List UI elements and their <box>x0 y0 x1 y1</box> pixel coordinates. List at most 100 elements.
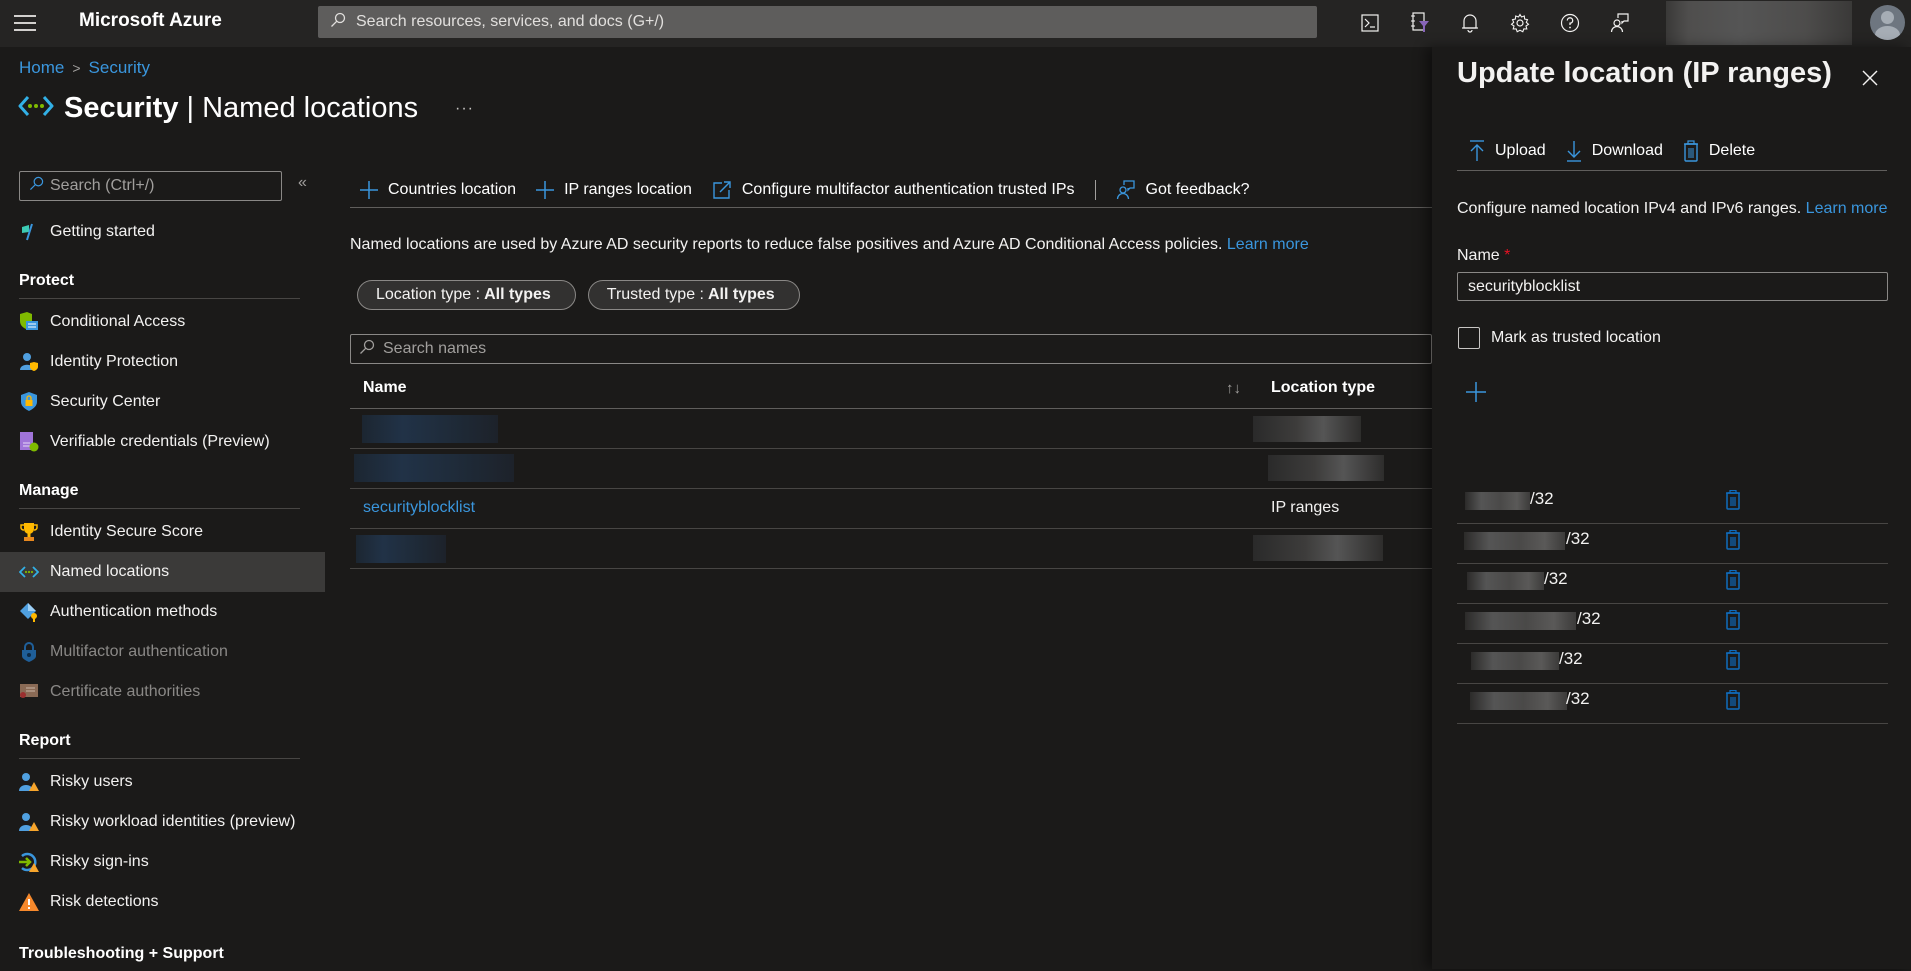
sidebar-item-risky-users[interactable]: Risky users <box>0 762 325 802</box>
sidebar-item-conditional-access[interactable]: Conditional Access <box>0 302 325 342</box>
global-search-placeholder: Search resources, services, and docs (G+… <box>356 13 665 30</box>
ip-range-row: /32 <box>1457 524 1888 564</box>
upload-button[interactable]: Upload <box>1469 139 1546 162</box>
brand-name[interactable]: Microsoft Azure <box>79 10 222 32</box>
named-locations-icon <box>19 562 39 582</box>
notifications-button[interactable] <box>1445 8 1495 38</box>
sidebar-item-label: Risk detections <box>50 893 159 910</box>
sidebar-item-certificate-authorities[interactable]: Certificate authorities <box>0 672 325 712</box>
plus-icon <box>1466 382 1486 402</box>
redacted-location-type <box>1268 455 1384 481</box>
sidebar-item-risky-sign-ins[interactable]: Risky sign-ins <box>0 842 325 882</box>
ip-range-row: /32 <box>1457 684 1888 724</box>
sidebar-item-label: Multifactor authentication <box>50 643 228 660</box>
upload-icon <box>1469 139 1485 162</box>
delete-ip-range-button[interactable] <box>1725 569 1741 595</box>
trash-icon <box>1683 139 1699 162</box>
named-locations-table: Name ↑↓ Location type securityblocklist … <box>350 368 1432 569</box>
got-feedback-button[interactable]: Got feedback? <box>1116 179 1250 200</box>
avatar[interactable] <box>1870 5 1905 40</box>
sidebar-item-verifiable-credentials[interactable]: Verifiable credentials (Preview) <box>0 422 325 462</box>
settings-button[interactable] <box>1495 8 1545 38</box>
location-type-filter[interactable]: Location type : All types <box>357 280 576 310</box>
delete-ip-range-button[interactable] <box>1725 529 1741 555</box>
feedback-button[interactable] <box>1595 8 1645 38</box>
delete-ip-range-button[interactable] <box>1725 689 1741 715</box>
delete-ip-range-button[interactable] <box>1725 649 1741 675</box>
portal-menu-button[interactable] <box>14 12 36 34</box>
configure-mfa-trusted-ips-button[interactable]: Configure multifactor authentication tru… <box>712 180 1075 200</box>
delete-ip-range-button[interactable] <box>1725 609 1741 635</box>
column-header-name[interactable]: Name <box>363 379 407 397</box>
sidebar-item-identity-protection[interactable]: Identity Protection <box>0 342 325 382</box>
location-name-link[interactable]: securityblocklist <box>363 499 475 517</box>
sidebar-item-risky-workload-identities[interactable]: Risky workload identities (preview) <box>0 802 325 842</box>
redacted-name <box>362 415 498 443</box>
redacted-ip <box>1464 532 1565 550</box>
panel-title: Update location (IP ranges) <box>1457 57 1832 89</box>
sidebar-item-label: Conditional Access <box>50 313 186 330</box>
conditional-access-icon <box>19 312 39 332</box>
trash-icon <box>1726 689 1740 710</box>
global-search-input[interactable]: Search resources, services, and docs (G+… <box>318 6 1317 38</box>
table-row[interactable] <box>350 449 1432 489</box>
location-name-input[interactable] <box>1457 272 1888 301</box>
trusted-type-filter[interactable]: Trusted type : All types <box>587 280 800 310</box>
add-countries-location-button[interactable]: Countries location <box>360 180 516 199</box>
mark-trusted-checkbox[interactable]: Mark as trusted location <box>1458 327 1661 349</box>
sidebar-item-label: Identity Protection <box>50 353 179 370</box>
ip-range-row: /32 <box>1457 484 1888 524</box>
search-names-input[interactable]: Search names <box>350 334 1432 364</box>
ip-cidr-suffix: /32 <box>1530 489 1554 508</box>
sidebar-section-protect: Protect <box>19 272 300 299</box>
ip-cidr-suffix: /32 <box>1544 569 1568 588</box>
add-ip-ranges-location-button[interactable]: IP ranges location <box>536 180 692 199</box>
panel-learn-more-link[interactable]: Learn more <box>1806 200 1888 217</box>
authentication-methods-icon <box>19 602 39 622</box>
download-button[interactable]: Download <box>1566 140 1663 162</box>
table-row[interactable]: securityblocklist IP ranges <box>350 489 1432 529</box>
breadcrumb-home[interactable]: Home <box>19 58 64 78</box>
trash-icon <box>1726 609 1740 630</box>
trash-icon <box>1726 489 1740 510</box>
named-locations-icon <box>18 93 54 124</box>
sidebar-item-named-locations[interactable]: Named locations <box>0 552 325 592</box>
sidebar-item-multifactor-authentication[interactable]: Multifactor authentication <box>0 632 325 672</box>
ip-cidr-suffix: /32 <box>1577 609 1601 628</box>
sidebar-item-label: Risky sign-ins <box>50 853 149 870</box>
column-header-location-type[interactable]: Location type <box>1271 379 1375 397</box>
sidebar-item-identity-secure-score[interactable]: Identity Secure Score <box>0 512 325 552</box>
sidebar-search-input[interactable]: Search (Ctrl+/) <box>19 171 282 201</box>
cloud-shell-button[interactable] <box>1345 8 1395 38</box>
sidebar-item-label: Verifiable credentials (Preview) <box>50 433 270 450</box>
directory-filter-button[interactable] <box>1395 8 1445 38</box>
checkbox[interactable] <box>1458 327 1480 349</box>
notifications-icon <box>1462 14 1478 33</box>
external-link-icon <box>712 180 732 200</box>
search-icon <box>359 339 375 360</box>
sort-icon[interactable]: ↑↓ <box>1226 380 1241 397</box>
sidebar-item-getting-started[interactable]: Getting started <box>0 212 325 252</box>
sidebar-search-placeholder: Search (Ctrl+/) <box>50 177 155 194</box>
breadcrumb-security[interactable]: Security <box>89 58 150 78</box>
sidebar-item-authentication-methods[interactable]: Authentication methods <box>0 592 325 632</box>
learn-more-link[interactable]: Learn more <box>1227 236 1309 253</box>
account-info-redacted[interactable] <box>1666 1 1852 45</box>
delete-ip-range-button[interactable] <box>1725 489 1741 515</box>
trash-icon <box>1726 649 1740 670</box>
close-panel-button[interactable] <box>1857 65 1883 91</box>
collapse-sidebar-button[interactable]: « <box>298 174 307 192</box>
redacted-location-type <box>1253 535 1383 561</box>
plus-icon <box>360 180 378 199</box>
mark-trusted-label: Mark as trusted location <box>1491 329 1661 346</box>
help-button[interactable] <box>1545 8 1595 38</box>
panel-command-bar: Upload Download Delete <box>1457 131 1887 171</box>
table-row[interactable] <box>350 409 1432 449</box>
table-row[interactable] <box>350 529 1432 569</box>
sidebar-item-security-center[interactable]: Security Center <box>0 382 325 422</box>
more-options-button[interactable]: ··· <box>455 100 474 118</box>
add-ip-range-button[interactable] <box>1466 382 1486 407</box>
sidebar-section-report: Report <box>19 732 300 759</box>
delete-location-button[interactable]: Delete <box>1683 139 1755 162</box>
sidebar-item-risk-detections[interactable]: Risk detections <box>0 882 325 922</box>
